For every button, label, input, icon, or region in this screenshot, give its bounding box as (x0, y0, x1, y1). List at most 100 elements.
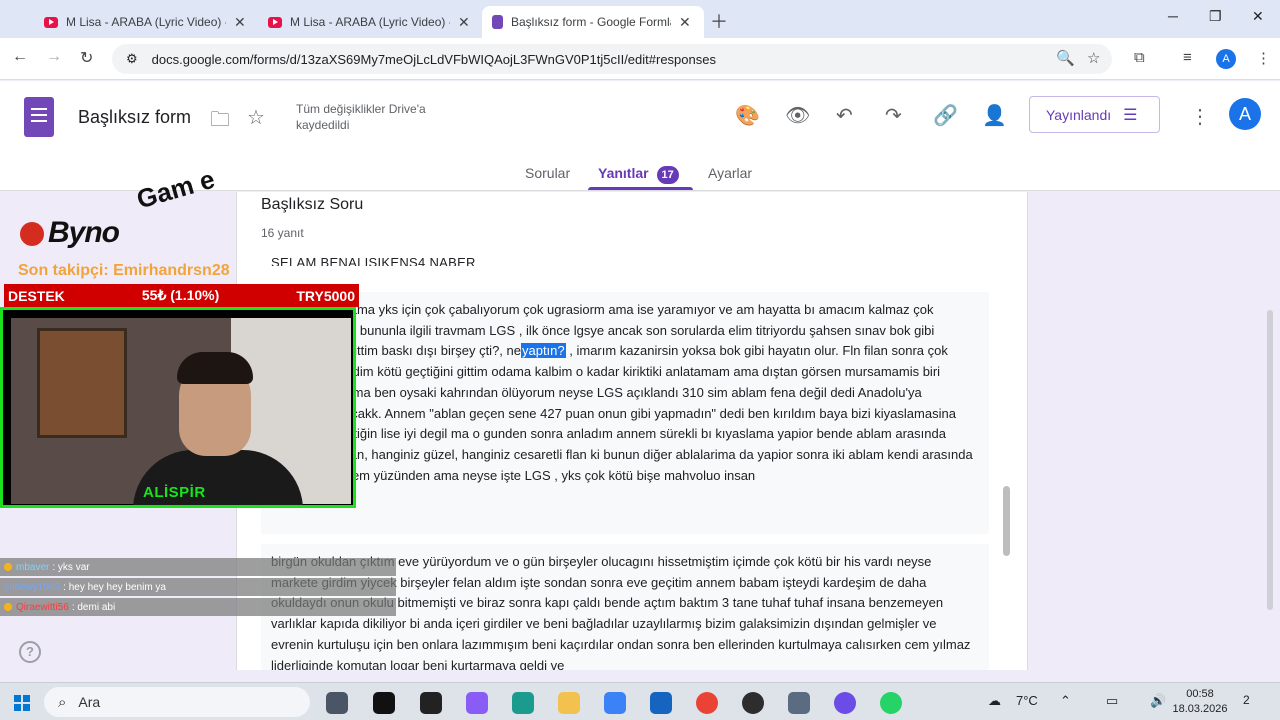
tiktok-icon[interactable] (373, 692, 395, 714)
donation-label: DESTEK (8, 287, 65, 304)
browser-toolbar: ← → ↻ ⚙ docs.google.com/forms/d/13zaXS69… (0, 38, 1280, 80)
browser-tab-active[interactable]: Başlıksız form - Google Formlar ✕ (482, 6, 704, 38)
chat-username: Qiraewitti56 (16, 601, 69, 613)
reload-icon[interactable]: ↻ (80, 48, 93, 68)
tab-responses[interactable]: Yanıtlar 17 (598, 165, 679, 184)
network-icon[interactable]: ▭ (1106, 693, 1118, 709)
palette-icon[interactable]: 🎨 (735, 103, 760, 128)
back-icon[interactable]: ← (12, 48, 28, 66)
store-icon[interactable] (604, 692, 626, 714)
app-icon[interactable] (834, 692, 856, 714)
forward-icon[interactable]: → (46, 48, 62, 66)
notification-count[interactable]: 2 (1243, 693, 1261, 711)
calculator-icon[interactable] (788, 692, 810, 714)
response-item: j söylemicem ama yks için çok çabalıyoru… (261, 292, 989, 534)
more-options-icon[interactable]: ⋮ (1190, 104, 1210, 129)
chat-text: : hey hey hey benim ya (63, 581, 166, 593)
help-icon[interactable]: ? (19, 641, 41, 663)
maximize-icon[interactable]: ❐ (1209, 8, 1222, 25)
system-clock[interactable]: 00:58 18.03.2026 (1170, 687, 1230, 717)
chat-message: sudewy1903 : hey hey hey benim ya (0, 578, 396, 596)
donation-goal-bar: DESTEK 55₺ (1.10%) TRY5000 (4, 284, 359, 307)
tab-title: M Lisa - ARABA (Lyric Video) - \ (290, 15, 450, 29)
form-title[interactable]: Başlıksız form (78, 107, 191, 128)
add-collaborator-icon[interactable]: 👤 (982, 103, 1007, 128)
response-item: SELAM BENALISIKENS4 NABER (271, 255, 476, 266)
donation-goal: TRY5000 (296, 287, 355, 304)
chrome-icon[interactable] (696, 692, 718, 714)
published-button[interactable]: Yayınlandı ☰ (1029, 96, 1160, 133)
close-icon[interactable]: ✕ (234, 14, 246, 31)
edge-icon[interactable] (512, 692, 534, 714)
url-text: docs.google.com/forms/d/13zaXS69My7meOjL… (151, 51, 716, 67)
bookmark-star-icon[interactable]: ☆ (1087, 49, 1100, 67)
chat-username: sudewy1903 (4, 581, 61, 593)
redo-icon[interactable]: ↷ (885, 103, 902, 128)
preview-eye-icon[interactable]: 👁 (785, 103, 810, 128)
stream-brand-logo: Gam e Byno (18, 164, 258, 258)
temperature[interactable]: 7°C (1016, 693, 1038, 708)
epic-games-icon[interactable] (420, 692, 442, 714)
browser-tab-strip: M Lisa - ARABA (Lyric Video) - \ ✕ M Lis… (0, 0, 1280, 38)
youtube-icon (44, 16, 58, 28)
search-label: Ara (78, 694, 101, 710)
save-status: Tüm değişiklikler Drive'a kaydedildi (296, 102, 426, 132)
stream-chat: mbaver : yks var sudewy1903 : hey hey he… (0, 558, 396, 616)
task-view-icon[interactable] (326, 692, 348, 714)
chat-text: : demi abi (71, 601, 116, 613)
page-scrollbar[interactable] (1267, 310, 1273, 610)
site-info-icon[interactable]: ⚙ (126, 51, 138, 67)
brand-name-text: Byno (48, 216, 120, 249)
google-forms-logo-icon[interactable] (24, 97, 54, 137)
tab-settings[interactable]: Ayarlar (708, 165, 752, 181)
weather-icon[interactable]: ☁ (988, 693, 1001, 709)
webcam-name: ALİSPİR (143, 484, 206, 501)
copilot-icon[interactable] (466, 692, 488, 714)
zoom-icon[interactable]: 🔍 (1056, 49, 1075, 67)
link-icon[interactable]: 🔗 (933, 103, 958, 128)
windows-start-icon[interactable] (14, 695, 30, 711)
window-close-icon[interactable]: ✕ (1252, 8, 1264, 25)
close-icon[interactable]: ✕ (679, 14, 691, 31)
browser-tab[interactable]: M Lisa - ARABA (Lyric Video) - \ ✕ (258, 6, 480, 38)
chat-badge-icon (4, 563, 12, 571)
media-control-icon[interactable]: ≡ (1183, 49, 1192, 66)
answer-count: 16 yanıt (261, 226, 304, 240)
minimize-icon[interactable]: ─ (1168, 8, 1178, 24)
tab-responses-label: Yanıtlar (598, 165, 649, 181)
extensions-icon[interactable]: ⧉ (1134, 49, 1145, 66)
streamer-hair (177, 352, 253, 384)
profile-avatar[interactable]: A (1216, 49, 1236, 69)
taskbar-search[interactable]: ⌕ Ara (44, 687, 310, 717)
account-avatar[interactable]: A (1229, 98, 1261, 130)
publish-settings-icon: ☰ (1123, 106, 1138, 124)
address-bar[interactable]: ⚙ docs.google.com/forms/d/13zaXS69My7meO… (112, 44, 1112, 74)
right-gutter (1029, 192, 1280, 670)
tray-expand-icon[interactable]: ⌃ (1060, 693, 1071, 709)
responses-count-badge: 17 (656, 166, 679, 184)
folder-icon[interactable]: 🗀 (210, 105, 230, 139)
menu-kebab-icon[interactable]: ⋮ (1256, 49, 1271, 67)
windows-taskbar: ⌕ Ara ☁ 7°C ⌃ ▭ 🔊 00:58 18.03.2026 2 (0, 682, 1280, 720)
whatsapp-icon[interactable] (880, 692, 902, 714)
clock-time: 00:58 (1186, 688, 1214, 700)
new-tab-icon[interactable]: ＋ (710, 8, 728, 34)
published-label: Yayınlandı (1046, 106, 1112, 123)
outlook-icon[interactable] (650, 692, 672, 714)
volume-icon[interactable]: 🔊 (1150, 693, 1166, 709)
clock-date: 18.03.2026 (1172, 703, 1228, 715)
close-icon[interactable]: ✕ (458, 14, 470, 31)
obs-icon[interactable] (742, 692, 764, 714)
tab-questions[interactable]: Sorular (525, 165, 570, 181)
selected-text: yaptın? (520, 343, 566, 359)
chat-message: Qiraewitti56 : demi abi (0, 598, 396, 616)
google-forms-icon (492, 15, 503, 29)
responses-scrollbar[interactable] (1003, 486, 1010, 556)
pen-logo-icon (20, 222, 44, 246)
browser-tab[interactable]: M Lisa - ARABA (Lyric Video) - \ ✕ (34, 6, 256, 38)
undo-icon[interactable]: ↶ (836, 103, 853, 128)
star-icon[interactable]: ☆ (247, 105, 265, 130)
wall-picture (37, 328, 127, 438)
donation-amount: 55₺ (1.10%) (141, 287, 220, 303)
file-explorer-icon[interactable] (558, 692, 580, 714)
